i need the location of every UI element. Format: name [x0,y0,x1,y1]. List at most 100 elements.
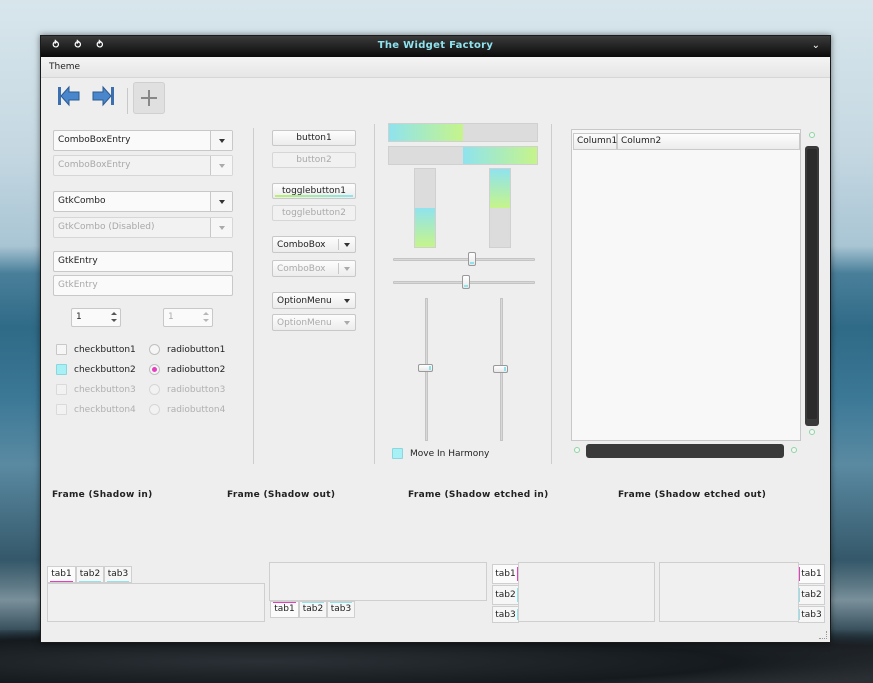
hscale-1-handle[interactable] [468,252,476,266]
frame-shadow-out-label: Frame (Shadow out) [227,490,336,500]
button2: button2 [272,152,356,168]
move-in-harmony-checkbox[interactable] [392,448,403,459]
scroll-down-indicator[interactable] [809,429,815,435]
go-last-icon[interactable] [89,83,117,109]
radiobutton2-label[interactable]: radiobutton2 [167,365,225,375]
horizontal-scrollbar[interactable] [586,444,784,458]
checkbutton4-label: checkbutton4 [74,405,136,415]
hprogress-left-fill [389,124,463,141]
optionmenu[interactable]: OptionMenu [272,292,356,309]
notebook-right-tab1-marker [799,567,800,581]
vertical-scrollbar-thumb[interactable] [807,149,817,419]
checkbutton3-box [56,384,67,395]
notebook-right-tab2[interactable]: tab2 [798,585,825,605]
hprogress-left [388,123,538,142]
gtkentry-text: GtkEntry [58,256,98,266]
checkbutton1-box[interactable] [56,344,67,355]
notebook-left-tab3[interactable]: tab3 [492,606,519,623]
combobox-text: ComboBox [277,240,326,250]
window-menu-chevron-icon[interactable]: ⌄ [812,40,820,51]
notebook-bottom-page [269,562,487,601]
add-button[interactable] [133,82,165,114]
notebook-left-tab1[interactable]: tab1 [492,564,519,584]
gtkcombo-disabled-dropdown [210,218,232,237]
gtkcombo-dropdown-button[interactable] [210,192,232,211]
spin-arrows-disabled-icon [202,310,210,325]
button1[interactable]: button1 [272,130,356,146]
optionmenu-disabled-text: OptionMenu [277,318,332,328]
notebook-right-tab3-label: tab3 [801,610,822,620]
hscale-2-handle[interactable] [462,275,470,289]
radiobutton2-circle[interactable] [149,364,160,375]
gtkentry-disabled: GtkEntry [53,275,233,296]
resize-grip-icon[interactable] [819,631,827,639]
combobox-arrow-icon [344,243,350,247]
scroll-right-indicator[interactable] [791,447,797,453]
frame-shadow-etched-in-label: Frame (Shadow etched in) [408,490,549,500]
vprogress-bottom-fill [415,208,435,247]
notebook-bottom-tab1[interactable]: tab1 [270,601,299,618]
notebook-top-tab1[interactable]: tab1 [47,566,76,583]
notebook-top-tab3[interactable]: tab3 [104,566,132,583]
spinbutton-value: 1 [76,312,82,322]
notebook-top-tab1-label: tab1 [51,569,72,579]
notebook-top-tab3-label: tab3 [107,569,129,579]
spinbutton[interactable]: 1 [71,308,121,327]
comboboxentry[interactable]: ComboBoxEntry [53,130,233,151]
go-first-icon[interactable] [55,83,83,109]
spin-arrows-icon[interactable] [110,310,118,325]
gtkentry[interactable]: GtkEntry [53,251,233,272]
radiobutton3-label: radiobutton3 [167,385,226,395]
frame-shadow-in-label: Frame (Shadow in) [52,490,153,500]
notebook-left-tab2-marker [517,588,518,602]
notebook-bottom-tab2[interactable]: tab2 [299,601,327,618]
radiobutton1-label[interactable]: radiobutton1 [167,345,225,355]
tree-view[interactable]: Column1 Column2 [571,129,801,441]
comboboxentry-dropdown-button[interactable] [210,131,232,150]
notebook-left-tab1-label: tab1 [495,569,516,579]
togglebutton1[interactable]: togglebutton1 [272,183,356,199]
notebook-top-tab2[interactable]: tab2 [76,566,104,583]
separator-1 [253,128,254,464]
notebook-left-tab2[interactable]: tab2 [492,585,519,605]
notebook-bottom-tab1-label: tab1 [274,604,295,614]
notebook-right-tab3[interactable]: tab3 [798,606,825,623]
gtkcombo[interactable]: GtkCombo [53,191,233,212]
gtkcombo-text: GtkCombo [58,196,106,206]
scroll-up-indicator[interactable] [809,132,815,138]
gtkentry-disabled-text: GtkEntry [58,280,98,290]
checkbutton1-label[interactable]: checkbutton1 [74,345,136,355]
checkbutton2-label[interactable]: checkbutton2 [74,365,136,375]
title-bar: ⥁ ⥁ ⥁ The Widget Factory ⌄ [41,36,830,57]
scroll-left-indicator[interactable] [574,447,580,453]
notebook-right-tab1[interactable]: tab1 [798,564,825,584]
vertical-scrollbar[interactable] [805,146,819,426]
togglebutton2: togglebutton2 [272,205,356,221]
add-icon [141,90,157,106]
optionmenu-text: OptionMenu [277,296,332,306]
notebook-left-tab2-label: tab2 [495,590,516,600]
vscale-2-handle[interactable] [493,364,508,373]
window-title: The Widget Factory [377,40,494,51]
notebook-right-tab2-marker [799,588,800,602]
notebook-bottom-tab1-marker [273,602,296,603]
notebook-left-page [518,562,655,622]
vscale-1-handle[interactable] [418,363,433,372]
notebook-bottom-tab3[interactable]: tab3 [327,601,355,618]
optionmenu-disabled-arrow-icon [344,321,350,325]
radiobutton1-circle[interactable] [149,344,160,355]
comboboxentry-disabled-text: ComboBoxEntry [58,160,131,170]
hscale-1-trough [393,258,535,261]
column1-header[interactable]: Column1 [573,133,617,150]
optionmenu-disabled: OptionMenu [272,314,356,331]
notebook-bottom-tab2-label: tab2 [302,604,324,614]
menu-theme[interactable]: Theme [49,62,80,72]
notebook-bottom-tab3-label: tab3 [330,604,352,614]
vprogress-top [489,168,511,248]
move-in-harmony-label[interactable]: Move In Harmony [410,449,489,459]
combobox[interactable]: ComboBox [272,236,356,253]
column2-header[interactable]: Column2 [617,133,800,150]
combobox-disabled: ComboBox [272,260,356,277]
checkbutton2-box[interactable] [56,364,67,375]
notebook-right-page [659,562,799,622]
